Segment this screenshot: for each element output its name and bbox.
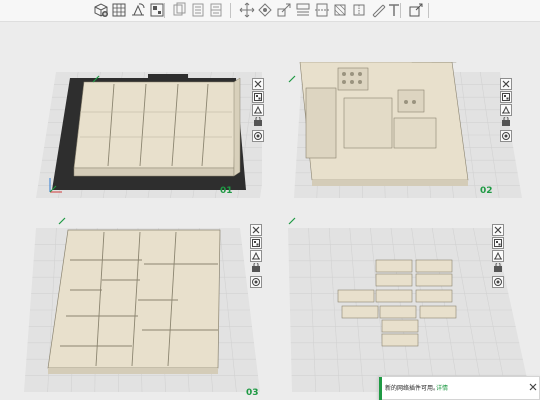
lock-plate-icon[interactable]: [500, 117, 512, 126]
plate-settings-icon[interactable]: [250, 276, 262, 288]
orient-plate-icon[interactable]: [500, 104, 512, 116]
orient-plate-icon[interactable]: [250, 250, 262, 262]
toolbar-separator: [230, 3, 231, 18]
paste-icon[interactable]: [190, 2, 206, 18]
arrange-plate-icon[interactable]: [500, 91, 512, 103]
orient-plate-icon[interactable]: [252, 104, 264, 116]
add-plate-icon[interactable]: [111, 2, 127, 18]
edit-plate-name-icon[interactable]: [288, 210, 296, 229]
plate-3[interactable]: [22, 220, 262, 394]
scale-icon[interactable]: [276, 2, 292, 18]
notification-message: 新的网络插件可用。: [385, 385, 440, 392]
plate-grid: [294, 62, 522, 199]
delete-plate-icon[interactable]: [500, 78, 512, 90]
edit-plate-name-icon[interactable]: [92, 68, 100, 87]
lock-plate-icon[interactable]: [250, 263, 262, 272]
cut-icon[interactable]: [314, 2, 330, 18]
plate-number: 03: [246, 388, 259, 398]
arrange-plate-icon[interactable]: [252, 91, 264, 103]
top-toolbar: [0, 0, 540, 22]
delete-plate-icon[interactable]: [492, 224, 504, 236]
move-icon[interactable]: [239, 2, 255, 18]
assembly-icon[interactable]: [408, 2, 424, 18]
plate-2[interactable]: [282, 62, 532, 204]
lock-plate-icon[interactable]: [252, 117, 264, 126]
toolbar-separator: [400, 3, 401, 18]
arrange-plate-icon[interactable]: [250, 237, 262, 249]
edit-plate-name-icon[interactable]: [58, 210, 66, 229]
plate-1[interactable]: [30, 62, 262, 204]
toolbar-separator: [164, 3, 165, 18]
plate-grid: [36, 71, 262, 199]
plate-settings-icon[interactable]: [500, 130, 512, 142]
close-icon[interactable]: [529, 383, 537, 391]
lay-on-face-icon[interactable]: [295, 2, 311, 18]
model-object[interactable]: [299, 62, 469, 186]
rotate-icon[interactable]: [257, 2, 273, 18]
notification-accent-bar: [379, 377, 382, 400]
lock-plate-icon[interactable]: [492, 263, 504, 272]
orient-plate-icon[interactable]: [492, 250, 504, 262]
plate-number: 01: [220, 186, 233, 196]
copy-icon[interactable]: [171, 2, 187, 18]
measure-icon[interactable]: [370, 2, 386, 18]
plate-grid: [24, 227, 260, 393]
model-object[interactable]: [49, 74, 246, 193]
edit-plate-name-icon[interactable]: [288, 68, 296, 87]
add-object-icon[interactable]: [93, 2, 109, 18]
model-object[interactable]: [47, 229, 221, 374]
support-paint-icon[interactable]: [332, 2, 348, 18]
plate-number: 02: [480, 186, 493, 196]
seam-paint-icon[interactable]: [351, 2, 367, 18]
arrange-icon[interactable]: [149, 2, 165, 18]
plate-settings-icon[interactable]: [252, 130, 264, 142]
auto-orient-icon[interactable]: [130, 2, 146, 18]
delete-plate-icon[interactable]: [252, 78, 264, 90]
plate-settings-icon[interactable]: [492, 276, 504, 288]
arrange-plate-icon[interactable]: [492, 237, 504, 249]
notification-details-link[interactable]: 详情: [436, 383, 448, 392]
toolbar-separator: [428, 3, 429, 18]
split-icon[interactable]: [208, 2, 224, 18]
delete-plate-icon[interactable]: [250, 224, 262, 236]
notification-toast: 新的网络插件可用。 详情: [378, 376, 540, 400]
